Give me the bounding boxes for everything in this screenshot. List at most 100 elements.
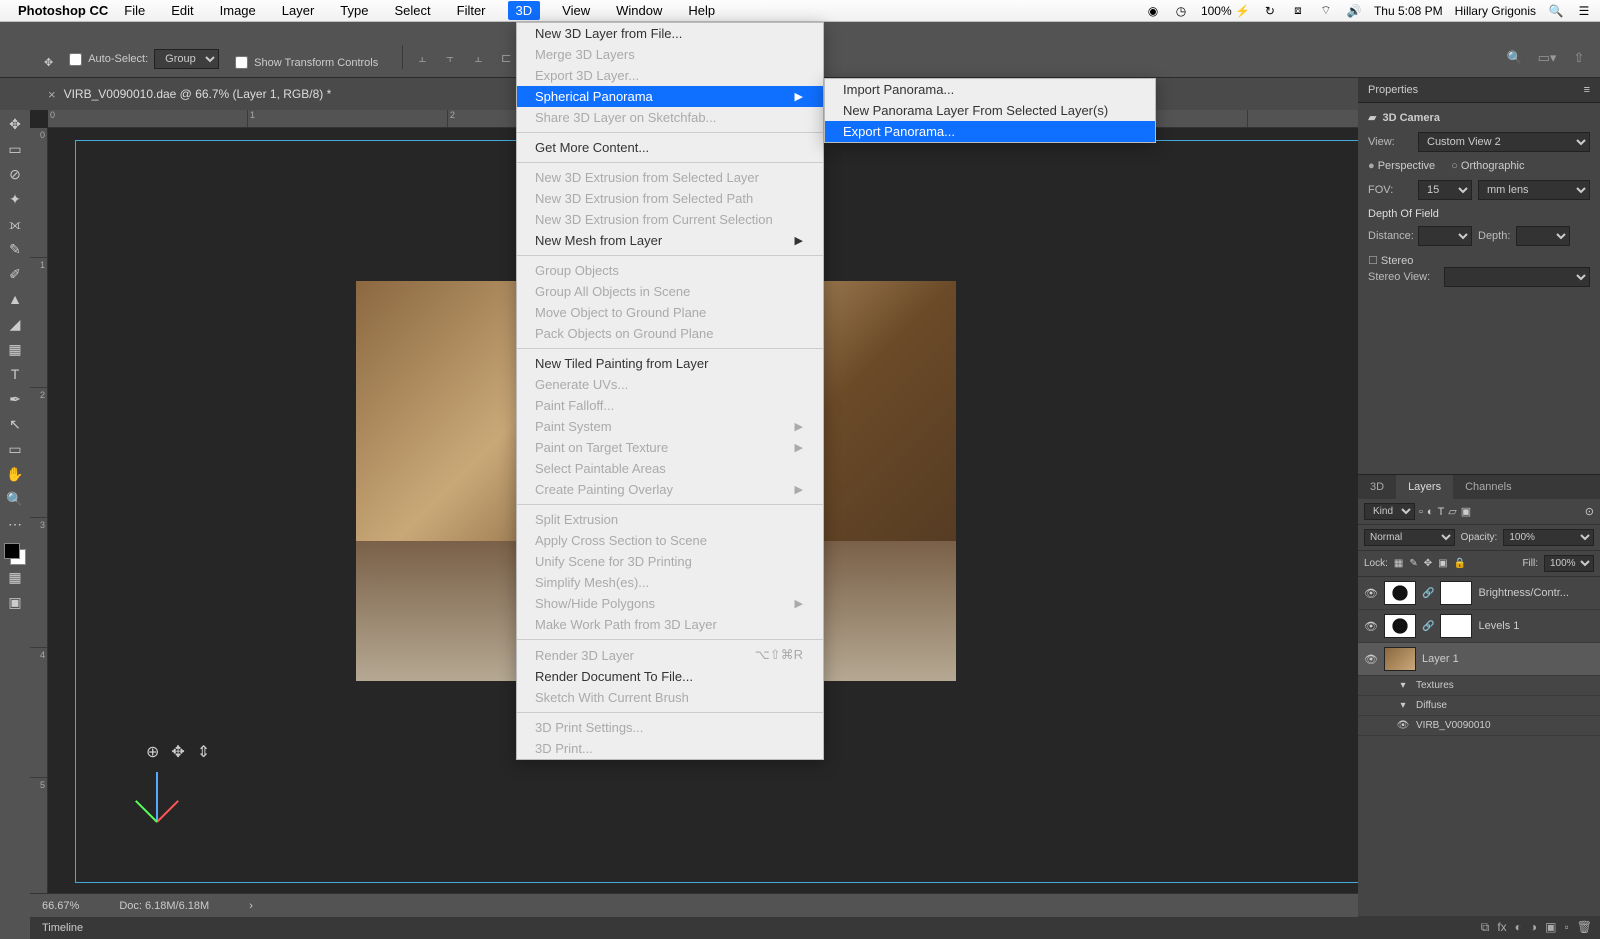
- tab-channels[interactable]: Channels: [1453, 475, 1523, 499]
- workspace-icon[interactable]: ▭▾: [1536, 47, 1558, 69]
- menu-item[interactable]: New 3D Layer from File...: [517, 23, 823, 44]
- type-tool[interactable]: T: [2, 362, 28, 386]
- submenu-item[interactable]: Export Panorama...: [825, 121, 1155, 142]
- hand-tool[interactable]: ✋: [2, 462, 28, 486]
- autoselect-checkbox[interactable]: [69, 53, 82, 66]
- eraser-tool[interactable]: ◢: [2, 312, 28, 336]
- lock-artboard-icon[interactable]: ▣: [1438, 558, 1447, 569]
- stamp-tool[interactable]: ▲: [2, 287, 28, 311]
- autoselect-mode[interactable]: Group: [154, 49, 219, 69]
- spotlight-icon[interactable]: 🔍: [1548, 3, 1564, 19]
- clock[interactable]: Thu 5:08 PM: [1374, 4, 1443, 18]
- view-select[interactable]: Custom View 2: [1418, 132, 1590, 152]
- fov-unit[interactable]: mm lens: [1478, 180, 1590, 200]
- status-icon[interactable]: ◉: [1145, 3, 1161, 19]
- marquee-tool[interactable]: ▭: [2, 137, 28, 161]
- crop-tool[interactable]: ⟗: [2, 212, 28, 236]
- zoom-tool[interactable]: 🔍: [2, 487, 28, 511]
- distance-input[interactable]: [1418, 226, 1472, 246]
- menu-3d[interactable]: 3D: [508, 1, 541, 20]
- submenu-item[interactable]: Import Panorama...: [825, 79, 1155, 100]
- filter-shape-icon[interactable]: ▱: [1448, 505, 1456, 518]
- layer-item[interactable]: 👁Layer 1: [1358, 643, 1600, 676]
- shape-tool[interactable]: ▭: [2, 437, 28, 461]
- menu-window[interactable]: Window: [612, 1, 666, 20]
- 3d-axis-gizmo[interactable]: [136, 742, 216, 822]
- vertical-ruler[interactable]: 012345: [30, 128, 48, 893]
- layer-item[interactable]: 👁🔗Levels 1: [1358, 610, 1600, 643]
- screenmode-tool[interactable]: ▣: [2, 590, 28, 614]
- filter-pixel-icon[interactable]: ▫: [1419, 506, 1423, 518]
- fx-icon[interactable]: fx: [1497, 920, 1506, 935]
- timemachine-icon[interactable]: ↻: [1262, 3, 1278, 19]
- fov-value[interactable]: 15: [1418, 180, 1472, 200]
- orthographic-radio[interactable]: Orthographic: [1451, 160, 1524, 172]
- status-icon[interactable]: ◷: [1173, 3, 1189, 19]
- brush-tool[interactable]: ✐: [2, 262, 28, 286]
- align-icon[interactable]: ⫟: [439, 47, 461, 69]
- trash-icon[interactable]: 🗑: [1577, 920, 1592, 935]
- menu-item[interactable]: New Mesh from Layer▶: [517, 230, 823, 251]
- eyedropper-tool[interactable]: ✎: [2, 237, 28, 261]
- zoom-level[interactable]: 66.67%: [42, 900, 79, 912]
- menu-type[interactable]: Type: [336, 1, 372, 20]
- menu-file[interactable]: File: [120, 1, 149, 20]
- tab-3d[interactable]: 3D: [1358, 475, 1396, 499]
- wand-tool[interactable]: ✦: [2, 187, 28, 211]
- quickmask-tool[interactable]: ▦: [2, 565, 28, 589]
- depth-input[interactable]: [1516, 226, 1570, 246]
- transform-checkbox[interactable]: [235, 56, 248, 69]
- group-icon[interactable]: ▣: [1545, 920, 1556, 935]
- stereo-checkbox[interactable]: Stereo: [1368, 255, 1413, 267]
- doc-info[interactable]: Doc: 6.18M/6.18M: [119, 900, 209, 912]
- gradient-tool[interactable]: ▦: [2, 337, 28, 361]
- pen-tool[interactable]: ✒: [2, 387, 28, 411]
- menu-item[interactable]: Render Document To File...: [517, 666, 823, 687]
- menu-icon[interactable]: ☰: [1576, 3, 1592, 19]
- menu-item[interactable]: New Tiled Painting from Layer: [517, 353, 823, 374]
- bluetooth-icon[interactable]: ⧈: [1290, 3, 1306, 19]
- new-layer-icon[interactable]: ▫: [1565, 920, 1569, 935]
- filter-adj-icon[interactable]: ◐: [1427, 506, 1434, 518]
- lasso-tool[interactable]: ⊘: [2, 162, 28, 186]
- lock-pixel-icon[interactable]: ✎: [1409, 558, 1417, 569]
- panel-menu-icon[interactable]: ≡: [1584, 84, 1590, 96]
- menu-item[interactable]: Spherical Panorama▶: [517, 86, 823, 107]
- link-icon[interactable]: ⧉: [1481, 920, 1490, 935]
- menu-help[interactable]: Help: [684, 1, 719, 20]
- properties-tab[interactable]: Properties ≡: [1358, 78, 1600, 103]
- wifi-icon[interactable]: ⌔: [1318, 3, 1334, 19]
- layer-sub-item[interactable]: ▾Diffuse: [1358, 696, 1600, 716]
- align-icon[interactable]: ⫠: [411, 47, 433, 69]
- color-swatch[interactable]: [4, 543, 26, 565]
- document-tab[interactable]: × VIRB_V0090010.dae @ 66.7% (Layer 1, RG…: [36, 78, 343, 110]
- search-icon[interactable]: 🔍: [1504, 47, 1526, 69]
- filter-smart-icon[interactable]: ▣: [1461, 505, 1471, 518]
- battery-status[interactable]: 100% ⚡: [1201, 4, 1250, 18]
- volume-icon[interactable]: 🔊: [1346, 3, 1362, 19]
- mask-icon[interactable]: ◐: [1515, 920, 1522, 935]
- menu-view[interactable]: View: [558, 1, 594, 20]
- user-name[interactable]: Hillary Grigonis: [1455, 4, 1536, 18]
- layer-item[interactable]: 👁🔗Brightness/Contr...: [1358, 577, 1600, 610]
- filter-kind[interactable]: Kind: [1364, 503, 1415, 520]
- move-tool[interactable]: ✥: [2, 112, 28, 136]
- filter-type-icon[interactable]: T: [1438, 506, 1445, 518]
- fill-value[interactable]: 100%: [1544, 555, 1594, 572]
- lock-pos-icon[interactable]: ✥: [1424, 558, 1432, 569]
- tab-layers[interactable]: Layers: [1396, 475, 1453, 499]
- menu-layer[interactable]: Layer: [278, 1, 319, 20]
- menu-edit[interactable]: Edit: [167, 1, 197, 20]
- share-icon[interactable]: ⇧: [1568, 47, 1590, 69]
- path-tool[interactable]: ↖: [2, 412, 28, 436]
- more-tools[interactable]: ⋯: [2, 512, 28, 536]
- menu-image[interactable]: Image: [216, 1, 260, 20]
- adjustment-icon[interactable]: ◑: [1530, 920, 1537, 935]
- submenu-item[interactable]: New Panorama Layer From Selected Layer(s…: [825, 100, 1155, 121]
- lock-trans-icon[interactable]: ▦: [1394, 558, 1403, 569]
- opacity-value[interactable]: 100%: [1503, 529, 1594, 546]
- layer-sub-item[interactable]: 👁VIRB_V0090010: [1358, 716, 1600, 736]
- blend-mode[interactable]: Normal: [1364, 529, 1455, 546]
- menu-select[interactable]: Select: [390, 1, 434, 20]
- close-tab-icon[interactable]: ×: [48, 87, 56, 102]
